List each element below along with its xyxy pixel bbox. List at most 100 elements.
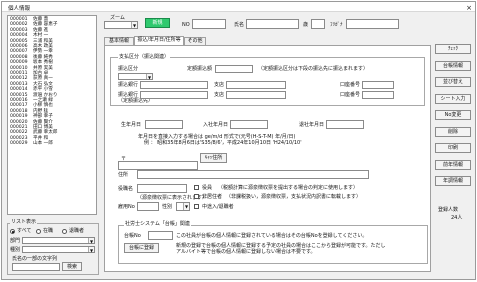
age-label: 歳 xyxy=(303,22,309,28)
account2-input[interactable] xyxy=(362,91,394,99)
account1-label: 口座番号 xyxy=(340,82,361,88)
ledger-note-3: アルバイト等で台帳の個人情報に登録しない場合は不要です。 xyxy=(176,249,316,255)
zoom-select[interactable]: ▼ xyxy=(104,21,138,29)
payment-legend: 支払区分（振込関連） xyxy=(118,54,171,60)
dept-select[interactable]: ▼ xyxy=(22,237,95,244)
birth-date-input[interactable] xyxy=(145,120,183,129)
close-button[interactable]: × xyxy=(464,4,474,12)
branch1-label: 支店 xyxy=(214,82,225,88)
change-no-button[interactable]: No変更 xyxy=(435,110,471,120)
ledger-no-input[interactable] xyxy=(148,231,173,240)
person-name: 井原 実美 xyxy=(33,65,53,71)
person-name: 赤平 小雪 xyxy=(33,87,53,93)
nonresident-checkbox[interactable] xyxy=(194,194,199,199)
chevron-down-icon: ▼ xyxy=(146,74,152,80)
nonresident-note: （非課税扱い，源泉徴収票，支払状況内訳書に転載します） xyxy=(226,194,362,200)
gender-select[interactable]: ▼ xyxy=(176,202,190,211)
person-name: 三浦 和美 xyxy=(33,38,53,44)
type-label: 種別 xyxy=(10,247,21,253)
zip-to-address-button[interactable]: ｷｬｯ住所 xyxy=(200,153,227,163)
title-label: 役職名 xyxy=(118,186,134,192)
filter-radio-label: 在職 xyxy=(43,228,54,234)
nonresident-label: 非居住者 xyxy=(202,194,223,200)
retire-date-label: 退社年月日 xyxy=(299,122,325,128)
check-button[interactable]: ﾁｪｯｸ xyxy=(435,44,471,54)
filter-radio-label: すべて xyxy=(17,228,32,234)
delete-button[interactable]: 削除 xyxy=(435,126,471,137)
zip-input[interactable] xyxy=(118,161,198,170)
person-id: 000029 xyxy=(10,141,28,147)
ledger-no-label: 台帳No xyxy=(124,233,141,239)
fixed-amount-input[interactable] xyxy=(215,65,253,73)
tab-payment-dates-address[interactable]: 振込/年月日/住所等 xyxy=(134,36,184,45)
new-button[interactable]: 新規 xyxy=(145,18,170,28)
account1-input[interactable] xyxy=(362,81,394,89)
filter-radio-label: 退職者 xyxy=(69,228,85,234)
birth-date-label: 生年月日 xyxy=(121,122,142,128)
person-name: 木村 一 xyxy=(33,33,49,39)
list-filter-radios: すべて 在職 退職者 xyxy=(10,228,98,235)
person-name: 小柳 慎也 xyxy=(33,103,53,109)
search-label: 氏名の一部の文字列 xyxy=(12,256,58,262)
tab-basic-info[interactable]: 基本情報 xyxy=(104,37,134,45)
fixed-amount-note: （定額振込区分は下段の振込先に振込まれます） xyxy=(258,66,369,72)
ledger-legend: 社労士システム「台帳」関連 xyxy=(124,221,191,227)
kana-label: ﾌﾘｶﾞﾅ xyxy=(330,22,343,28)
date-example-note: 例 ： 昭和35年8月6日は'S35/8/6'，平成24年10月10日 'H24… xyxy=(144,140,302,146)
action-buttons: ﾁｪｯｸ 台帳情報並び替えシート入力 No変更削除印刷前年情報年調情報 xyxy=(435,44,471,194)
ledger-info-button[interactable]: 台帳情報 xyxy=(435,60,471,71)
bank2-input[interactable] xyxy=(140,91,208,99)
filter-radio[interactable] xyxy=(10,229,15,234)
midyear-checkbox[interactable] xyxy=(194,204,199,209)
age-input[interactable] xyxy=(311,19,325,29)
hire-date-label: 入社年月日 xyxy=(203,122,229,128)
year-end-info-button[interactable]: 年調情報 xyxy=(435,176,471,186)
kana-input[interactable] xyxy=(346,19,399,29)
hire-date-input[interactable] xyxy=(230,120,268,129)
no-label: NO xyxy=(182,22,190,28)
branch1-input[interactable] xyxy=(226,81,286,89)
payment-type-label: 振込区分 xyxy=(118,66,139,72)
name-input[interactable] xyxy=(246,19,299,29)
branch2-label: 支店 xyxy=(214,92,225,98)
no-input[interactable] xyxy=(192,19,226,29)
officer-checkbox[interactable] xyxy=(194,185,199,190)
filter-radio[interactable] xyxy=(36,229,41,234)
tab-other[interactable]: その他 xyxy=(184,37,206,45)
bank1-input[interactable] xyxy=(140,81,208,89)
chevron-down-icon: ▼ xyxy=(183,203,189,210)
list-display-legend: リスト表示 xyxy=(10,219,38,225)
person-name: 渡邉 かおり xyxy=(33,92,58,98)
dept-label: 部門 xyxy=(10,238,21,244)
address-input[interactable] xyxy=(137,170,369,179)
job-title-input[interactable] xyxy=(137,184,187,193)
sheet-input-button[interactable]: シート入力 xyxy=(435,93,471,104)
print-button[interactable]: 印刷 xyxy=(435,143,471,153)
payment-type-select[interactable]: ▼ xyxy=(118,73,153,80)
search-button[interactable]: 検索 xyxy=(62,262,82,271)
person-name: 佐藤 賢介 xyxy=(33,119,53,125)
bank1-label: 振込銀行 xyxy=(118,82,139,88)
branch2-input[interactable] xyxy=(226,91,286,99)
title-bar: 個人情報 × xyxy=(2,2,475,12)
name-label: 氏名 xyxy=(234,22,245,28)
employment-no-label: 雇用No xyxy=(118,204,135,210)
person-name: 伊勢 一幸 xyxy=(33,49,53,55)
person-name: 神部 幸子 xyxy=(33,114,53,120)
prev-year-info-button[interactable]: 前年情報 xyxy=(435,159,471,170)
list-item[interactable]: 000029 山本 一郎 xyxy=(10,141,53,146)
employment-no-input[interactable] xyxy=(137,202,159,211)
search-input[interactable] xyxy=(12,263,60,271)
window-title: 個人情報 xyxy=(8,6,31,12)
filter-radio[interactable] xyxy=(62,229,67,234)
person-name: 佐藤 容恵子 xyxy=(33,22,58,28)
person-listbox[interactable]: 000001 佐藤 蓋 000002 佐藤 容恵子 000003 佐藤 進 000004 木村… xyxy=(7,15,97,215)
person-name: 荻原 真一 xyxy=(33,76,53,82)
sort-button[interactable]: 並び替え xyxy=(435,77,471,87)
retire-date-input[interactable] xyxy=(326,120,364,129)
person-name: 坂本 秀樹 xyxy=(33,60,53,66)
ledger-note-1: この社員が台帳の個人情報に登録されている場合はその台帳Noを登録してください。 xyxy=(176,233,368,239)
register-ledger-button[interactable]: 台帳に登録 xyxy=(124,243,159,253)
type-select[interactable]: ▼ xyxy=(22,246,95,253)
chevron-down-icon: ▼ xyxy=(131,22,137,28)
